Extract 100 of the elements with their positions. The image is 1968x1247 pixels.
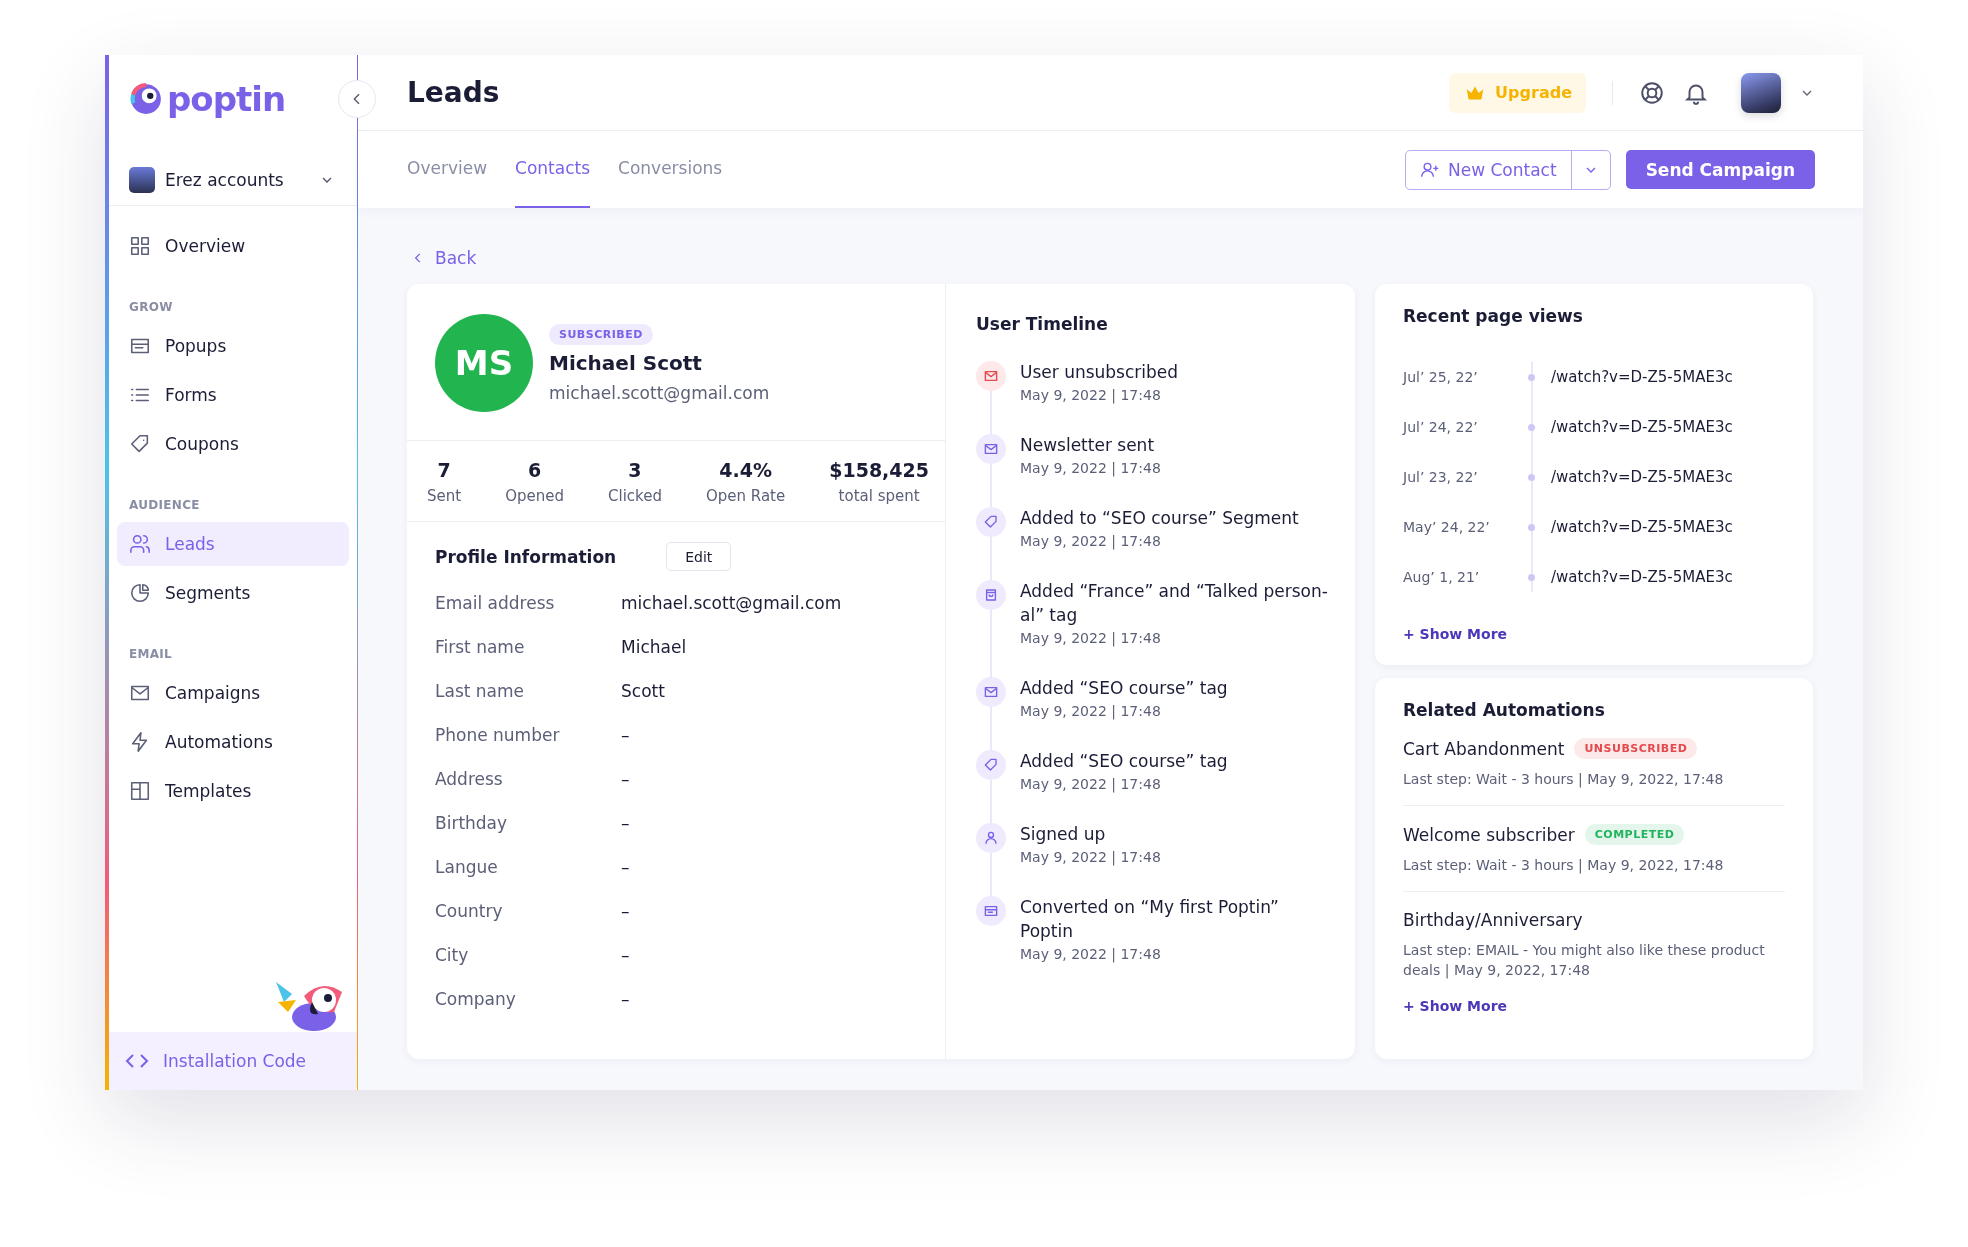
bird-logo-icon <box>129 82 163 116</box>
event-time: May 9, 2022 | 17:48 <box>1020 630 1162 646</box>
stat-label: Clicked <box>608 487 662 505</box>
stat-value: 7 <box>436 459 452 481</box>
page-url: /watch?v=D-Z5-5MAE3c <box>1551 468 1733 486</box>
send-campaign-button[interactable]: Send Campaign <box>1625 150 1815 189</box>
automation-name: Birthday/Anniversary <box>1403 910 1583 930</box>
status-badge: SUBSCRIBED <box>549 324 653 345</box>
bag-icon <box>976 580 1006 610</box>
sidebar-item[interactable]: Leads <box>117 522 349 566</box>
timeline-dot <box>1528 373 1535 381</box>
sidebar-item[interactable]: Campaigns <box>117 671 349 715</box>
mail-icon <box>976 434 1006 464</box>
event-title: Added “SEO course” tag <box>1020 750 1228 773</box>
field-value: michael.scott@gmail.com <box>621 593 842 613</box>
section-title: Related Automations <box>1403 700 1606 720</box>
field-value: – <box>621 857 630 877</box>
stat-value: $158,425 <box>829 459 929 481</box>
view-date: Jul’ 23, 22’ <box>1403 469 1479 485</box>
page-title: Leads <box>407 76 500 109</box>
field-value: – <box>621 725 630 745</box>
sidebar-item[interactable]: Overview <box>117 224 349 268</box>
stat-label: Opened <box>505 487 564 505</box>
timeline-dot <box>1528 523 1535 531</box>
section-title: User Timeline <box>976 314 1109 334</box>
event-time: May 9, 2022 | 17:48 <box>1020 460 1161 476</box>
field-label: Birthday <box>435 813 509 833</box>
event-time: May 9, 2022 | 17:48 <box>1020 387 1162 403</box>
stat-value: 4.4% <box>718 459 773 481</box>
event-title: Newsletter sent <box>1020 434 1156 457</box>
event-title: Converted on “My first Poptin” Poptin <box>1020 896 1280 943</box>
section-title: Recent page views <box>1403 306 1584 326</box>
mail-icon <box>976 361 1006 391</box>
field-label: Country <box>435 901 504 921</box>
show-more-link[interactable]: + Show More <box>1403 998 1508 1014</box>
section-heading: AUDIENCE <box>128 497 201 514</box>
back-link[interactable]: Back <box>411 248 477 268</box>
field-value: – <box>621 769 630 789</box>
page-url: /watch?v=D-Z5-5MAE3c <box>1551 418 1733 436</box>
event-time: May 9, 2022 | 17:48 <box>1020 946 1162 962</box>
automation-detail: Last step: Wait - 3 hours | May 9, 2022, 17:48 <box>1403 770 1725 789</box>
brand-name: poptin <box>167 79 286 119</box>
section-heading: GROW <box>128 299 174 316</box>
automation-name: Cart Abandonment <box>1403 738 1565 759</box>
timeline-dot <box>1528 573 1535 581</box>
stat-value: 3 <box>627 459 643 481</box>
event-time: May 9, 2022 | 17:48 <box>1020 776 1162 792</box>
field-label: Email address <box>435 593 556 613</box>
person-icon <box>976 823 1006 853</box>
nav-icon <box>129 582 151 604</box>
automation-name: Welcome subscriber <box>1403 824 1575 845</box>
initials-avatar: MS <box>435 314 533 412</box>
event-time: May 9, 2022 | 17:48 <box>1020 533 1162 549</box>
field-value: – <box>621 813 630 833</box>
event-time: May 9, 2022 | 17:48 <box>1020 703 1162 719</box>
stat-label: Sent <box>427 487 462 505</box>
installation-code-link[interactable]: Installation Code <box>109 1032 357 1090</box>
event-title: Added “France” and “Talked person-al” tag <box>1020 580 1329 627</box>
view-date: Aug’ 1, 21’ <box>1403 569 1481 585</box>
field-label: Address <box>435 769 504 789</box>
sidebar-item[interactable]: Segments <box>117 571 349 615</box>
field-value: Michael <box>621 637 687 657</box>
event-title: Signed up <box>1020 823 1107 846</box>
section-heading: EMAIL <box>128 646 174 663</box>
nav-icon <box>129 780 151 802</box>
sidebar-item[interactable]: Coupons <box>117 422 349 466</box>
show-more-link[interactable]: + Show More <box>1403 626 1508 642</box>
field-value: – <box>621 901 630 921</box>
status-badge: UNSUBSCRIBED <box>1574 738 1698 759</box>
tab[interactable]: Contacts <box>515 131 591 208</box>
tag-icon <box>976 750 1006 780</box>
status-badge: COMPLETED <box>1584 824 1685 845</box>
view-date: May’ 24, 22’ <box>1403 519 1491 535</box>
automation-detail: Last step: EMAIL - You might also like these product deals | May 9, 2022, 17:48 <box>1403 941 1766 980</box>
sidebar-item[interactable]: Templates <box>117 769 349 813</box>
sidebar-item[interactable]: Automations <box>117 720 349 764</box>
field-label: Langue <box>435 857 499 877</box>
sidebar-item[interactable]: Forms <box>117 373 349 417</box>
photo-placeholder <box>129 167 155 193</box>
event-time: May 9, 2022 | 17:48 <box>1020 849 1161 865</box>
field-label: City <box>435 945 470 965</box>
edit-button[interactable]: Edit <box>666 542 732 571</box>
contact-email: michael.scott@gmail.com <box>549 383 770 403</box>
user-avatar[interactable] <box>1741 72 1781 113</box>
field-value: Scott <box>621 681 665 701</box>
tag-icon <box>976 507 1006 537</box>
automation-detail: Last step: Wait - 3 hours | May 9, 2022, 17:48 <box>1403 856 1725 875</box>
event-title: User unsubscribed <box>1020 361 1179 384</box>
stat-value: 6 <box>526 459 543 481</box>
help-icon[interactable] <box>1639 79 1665 106</box>
section-title: Profile Information <box>435 546 617 567</box>
timeline-dot <box>1528 423 1535 431</box>
nav-icon <box>129 533 151 555</box>
window-icon <box>976 896 1006 926</box>
view-date: Jul’ 25, 22’ <box>1403 369 1479 385</box>
account-switcher[interactable]: Erez accounts <box>109 167 357 206</box>
sidebar-item[interactable]: Popups <box>117 324 349 368</box>
field-label: Phone number <box>435 725 561 745</box>
event-title: Added to “SEO course” Segment <box>1020 507 1299 530</box>
timeline-dot <box>1528 473 1535 481</box>
